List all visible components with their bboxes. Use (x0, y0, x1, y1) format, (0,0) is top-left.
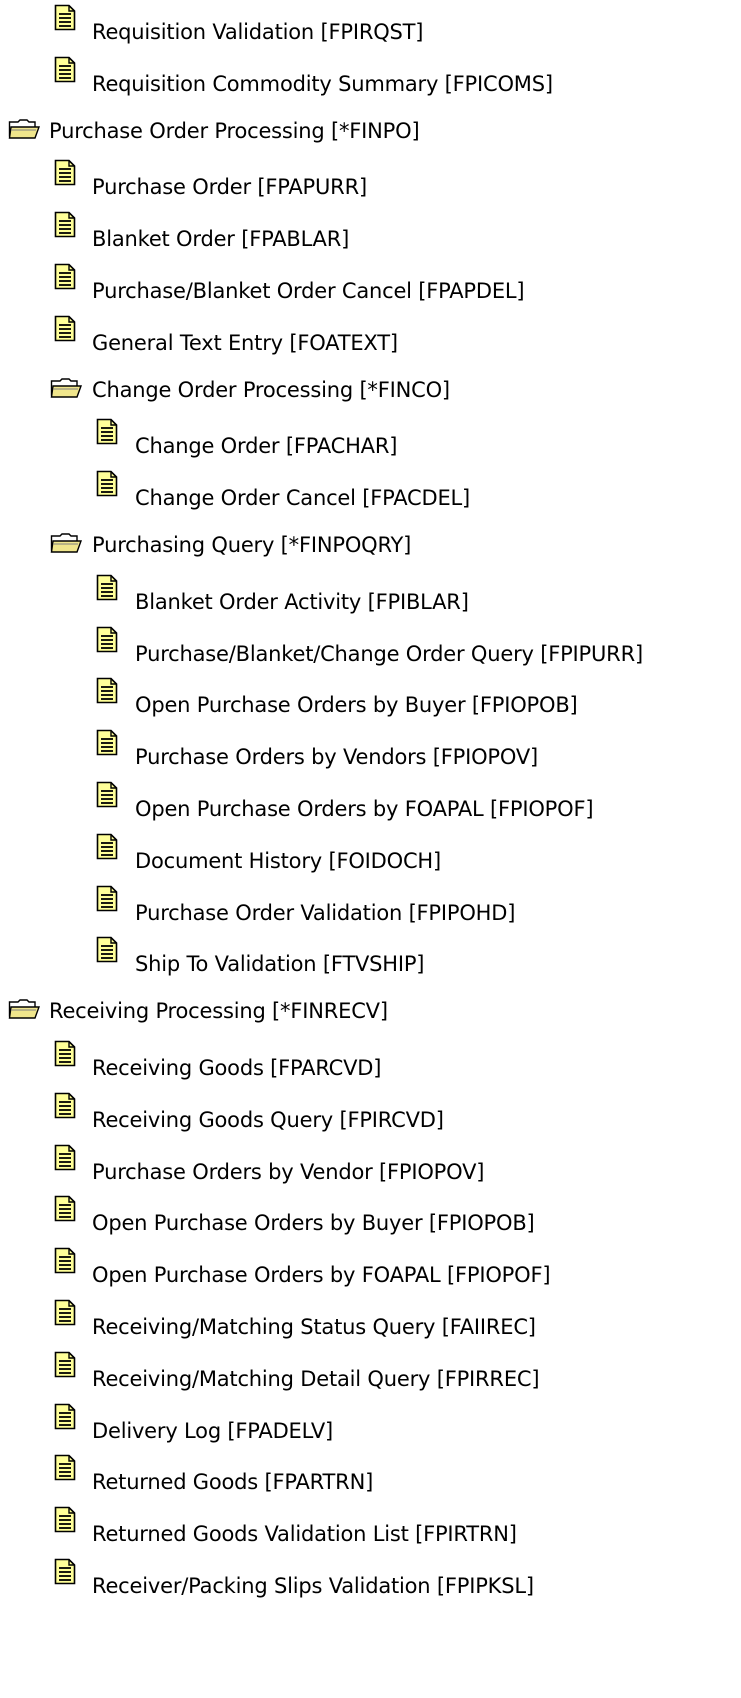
tree-item-label: Purchase/Blanket Order Cancel [FPAPDEL] (92, 279, 525, 303)
tree-form-item[interactable]: Receiver/Packing Slips Validation [FPIPK… (0, 1558, 741, 1602)
open-folder-icon (8, 998, 42, 1020)
tree-form-item[interactable]: General Text Entry [FOATEXT] (0, 315, 741, 359)
document-icon (54, 1506, 76, 1533)
document-icon (96, 833, 118, 860)
tree-form-item[interactable]: Receiving/Matching Detail Query [FPIRREC… (0, 1351, 741, 1395)
tree-item-label: Open Purchase Orders by FOAPAL [FPIOPOF] (92, 1263, 551, 1288)
tree-form-item[interactable]: Returned Goods [FPARTRN] (0, 1454, 741, 1498)
tree-item-label: Receiving Goods Query [FPIRCVD] (92, 1107, 444, 1132)
tree-item-label: Open Purchase Orders by FOAPAL [FPIOPOF] (135, 797, 594, 821)
tree-form-item[interactable]: Purchase/Blanket Order Cancel [FPAPDEL] (0, 263, 741, 307)
tree-form-item[interactable]: Open Purchase Orders by FOAPAL [FPIOPOF] (0, 1247, 741, 1291)
tree-item-label: Returned Goods Validation List [FPIRTRN] (92, 1522, 517, 1547)
document-icon (96, 470, 118, 497)
tree-item-label: Change Order Cancel [FPACDEL] (135, 486, 471, 511)
tree-form-item[interactable]: Change Order [FPACHAR] (0, 418, 741, 462)
document-icon (54, 1247, 76, 1274)
open-folder-icon (50, 532, 84, 554)
tree-item-label: Purchase/Blanket/Change Order Query [FPI… (135, 641, 643, 666)
document-icon (54, 1144, 76, 1171)
document-icon (96, 936, 118, 963)
tree-item-label: Purchase Orders by Vendor [FPIOPOV] (92, 1159, 485, 1184)
tree-form-item[interactable]: Open Purchase Orders by FOAPAL [FPIOPOF] (0, 781, 741, 825)
tree-item-label: Purchase Order [FPAPURR] (92, 175, 367, 200)
tree-item-label: General Text Entry [FOATEXT] (92, 330, 398, 355)
document-icon (54, 1558, 76, 1585)
tree-item-label: Blanket Order [FPABLAR] (92, 227, 350, 252)
document-icon (96, 729, 118, 756)
document-icon (54, 211, 76, 238)
tree-item-label: Open Purchase Orders by Buyer [FPIOPOB] (135, 693, 578, 718)
tree-item-label: Purchasing Query [*FINPOQRY] (92, 533, 412, 557)
document-icon (54, 1092, 76, 1119)
tree-folder-item[interactable]: Change Order Processing [*FINCO] (0, 367, 741, 411)
tree-item-label: Receiver/Packing Slips Validation [FPIPK… (92, 1574, 534, 1598)
tree-form-item[interactable]: Document History [FOIDOCH] (0, 833, 741, 877)
tree-item-label: Returned Goods [FPARTRN] (92, 1470, 374, 1495)
tree-item-label: Change Order [FPACHAR] (135, 434, 398, 459)
tree-folder-item[interactable]: Purchase Order Processing [*FINPO] (0, 108, 741, 152)
navigation-tree: Requisition Validation [FPIRQST] Requisit… (0, 0, 741, 1698)
tree-form-item[interactable]: Purchase/Blanket/Change Order Query [FPI… (0, 626, 741, 670)
document-icon (54, 159, 76, 186)
document-icon (54, 1403, 76, 1430)
document-icon (54, 1351, 76, 1378)
tree-item-label: Requisition Commodity Summary [FPICOMS] (92, 71, 553, 96)
tree-item-label: Receiving/Matching Detail Query [FPIRREC… (92, 1366, 540, 1391)
tree-item-label: Receiving Processing [*FINRECV] (49, 999, 388, 1024)
tree-form-item[interactable]: Blanket Order Activity [FPIBLAR] (0, 574, 741, 618)
tree-form-item[interactable]: Purchase Order [FPAPURR] (0, 159, 741, 203)
document-icon (96, 677, 118, 704)
document-icon (96, 885, 118, 912)
open-folder-icon (50, 377, 84, 399)
tree-form-item[interactable]: Change Order Cancel [FPACDEL] (0, 470, 741, 514)
tree-form-item[interactable]: Returned Goods Validation List [FPIRTRN] (0, 1506, 741, 1550)
document-icon (54, 315, 76, 342)
document-icon (54, 1454, 76, 1481)
tree-folder-item[interactable]: Receiving Processing [*FINRECV] (0, 988, 741, 1032)
document-icon (96, 418, 118, 445)
tree-item-label: Document History [FOIDOCH] (135, 848, 441, 873)
tree-form-item[interactable]: Purchase Order Validation [FPIPOHD] (0, 885, 741, 929)
document-icon (54, 56, 76, 83)
tree-item-label: Purchase Orders by Vendors [FPIOPOV] (135, 745, 538, 770)
tree-form-item[interactable]: Open Purchase Orders by Buyer [FPIOPOB] (0, 1195, 741, 1239)
tree-form-item[interactable]: Ship To Validation [FTVSHIP] (0, 936, 741, 980)
tree-item-label: Requisition Validation [FPIRQST] (92, 20, 424, 44)
document-icon (96, 574, 118, 601)
document-icon (54, 4, 76, 31)
tree-item-label: Ship To Validation [FTVSHIP] (135, 952, 425, 977)
tree-form-item[interactable]: Open Purchase Orders by Buyer [FPIOPOB] (0, 677, 741, 721)
tree-item-label: Open Purchase Orders by Buyer [FPIOPOB] (92, 1211, 535, 1236)
tree-form-item[interactable]: Purchase Orders by Vendors [FPIOPOV] (0, 729, 741, 773)
tree-form-item[interactable]: Receiving/Matching Status Query [FAIIREC… (0, 1299, 741, 1343)
document-icon (54, 1299, 76, 1326)
tree-item-label: Receiving/Matching Status Query [FAIIREC… (92, 1315, 536, 1339)
tree-item-label: Purchase Order Validation [FPIPOHD] (135, 900, 516, 925)
tree-folder-item[interactable]: Purchasing Query [*FINPOQRY] (0, 522, 741, 566)
tree-item-label: Receiving Goods [FPARCVD] (92, 1056, 382, 1080)
tree-item-label: Purchase Order Processing [*FINPO] (49, 118, 420, 143)
tree-form-item[interactable]: Blanket Order [FPABLAR] (0, 211, 741, 255)
document-icon (54, 1040, 76, 1067)
tree-form-item[interactable]: Delivery Log [FPADELV] (0, 1403, 741, 1447)
tree-form-item[interactable]: Receiving Goods Query [FPIRCVD] (0, 1092, 741, 1136)
document-icon (96, 781, 118, 808)
tree-form-item[interactable]: Receiving Goods [FPARCVD] (0, 1040, 741, 1084)
document-icon (96, 626, 118, 653)
tree-form-item[interactable]: Requisition Validation [FPIRQST] (0, 4, 741, 48)
document-icon (54, 263, 76, 290)
tree-form-item[interactable]: Requisition Commodity Summary [FPICOMS] (0, 56, 741, 100)
open-folder-icon (8, 118, 42, 140)
tree-item-label: Blanket Order Activity [FPIBLAR] (135, 589, 469, 614)
tree-form-item[interactable]: Purchase Orders by Vendor [FPIOPOV] (0, 1144, 741, 1188)
tree-item-label: Change Order Processing [*FINCO] (92, 377, 450, 402)
document-icon (54, 1195, 76, 1222)
tree-item-label: Delivery Log [FPADELV] (92, 1418, 333, 1443)
